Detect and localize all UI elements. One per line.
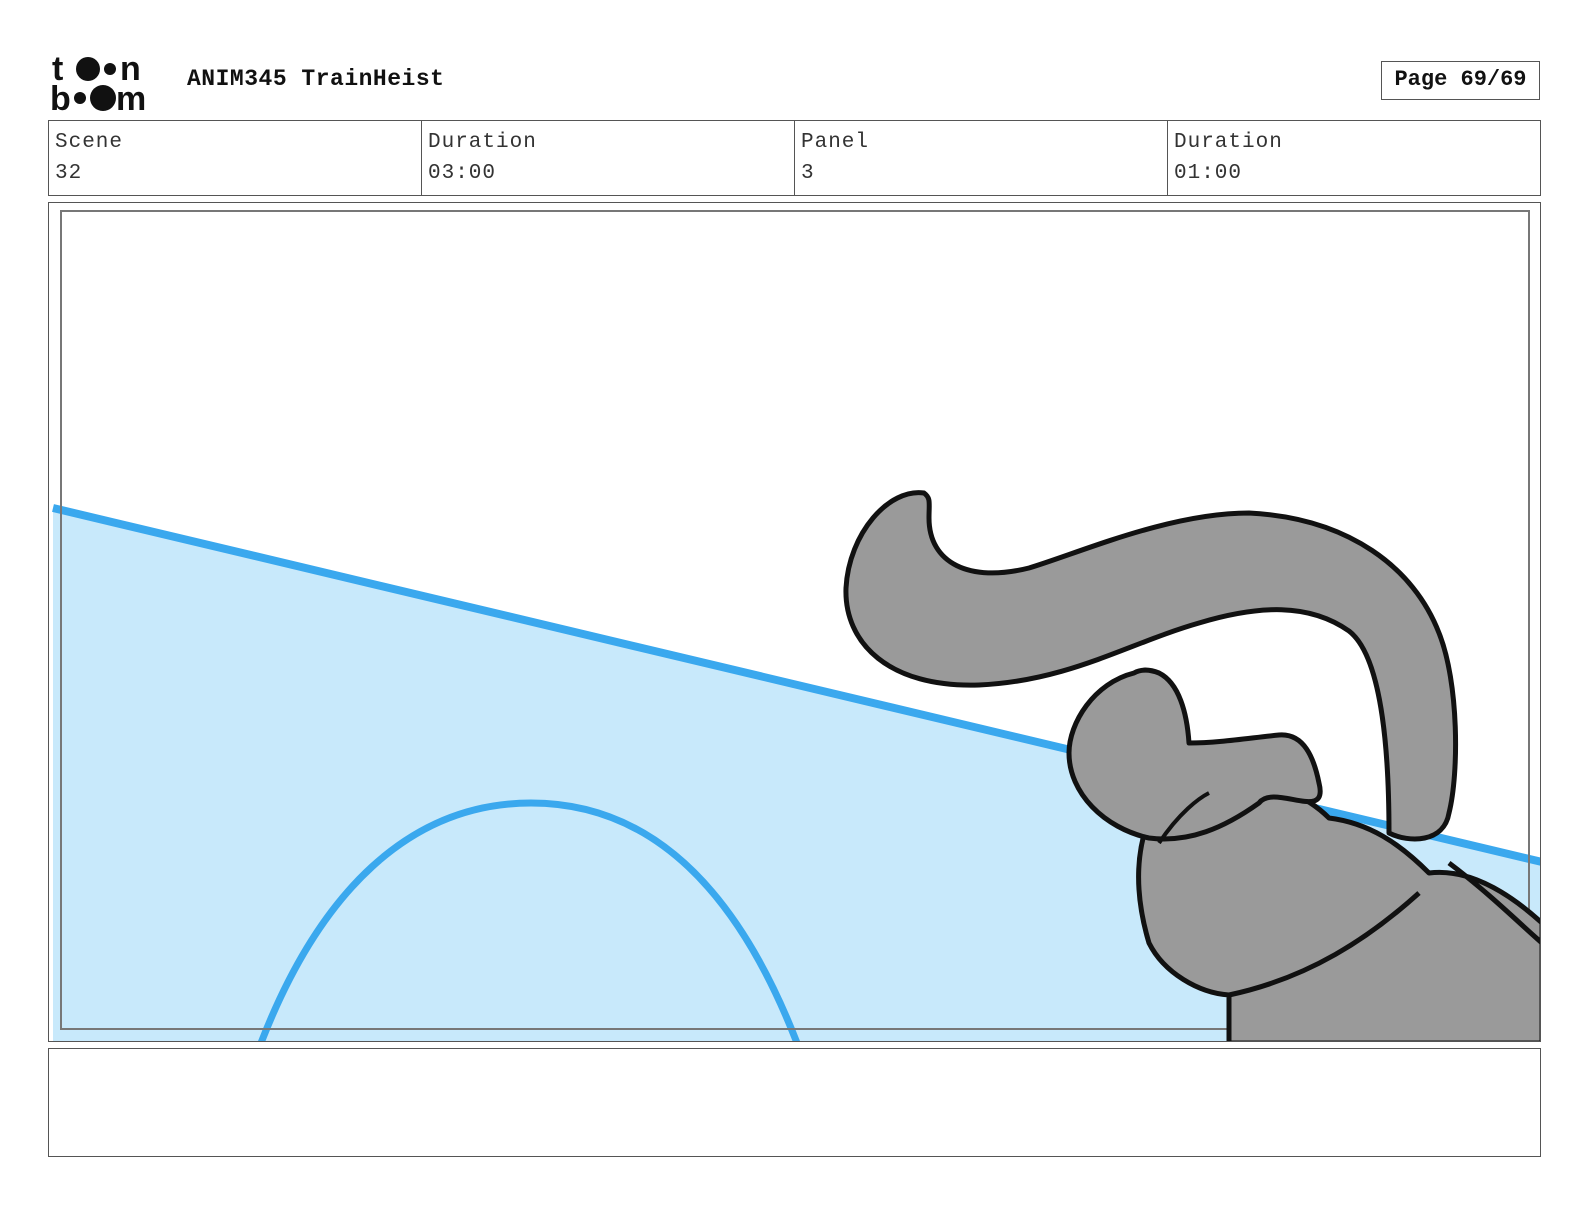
scene-label: Scene — [55, 131, 124, 154]
panel-notes-box — [48, 1048, 1541, 1157]
page-number: Page 69/69 — [1381, 61, 1540, 100]
panel-cell: Panel 3 — [795, 121, 1168, 195]
scene-duration-cell: Duration 03:00 — [422, 121, 795, 195]
scene-info-table: Scene 32 Duration 03:00 Panel 3 Duration… — [48, 120, 1541, 196]
svg-text:b: b — [50, 80, 71, 114]
panel-duration-label: Duration — [1174, 131, 1283, 154]
scene-duration-value: 03:00 — [428, 162, 497, 185]
panel-label: Panel — [801, 131, 870, 154]
project-title: ANIM345 TrainHeist — [187, 66, 445, 92]
toon-boom-logo: t n b m — [50, 50, 166, 118]
storyboard-panel — [48, 202, 1541, 1042]
scene-duration-label: Duration — [428, 131, 537, 154]
panel-drawing — [52, 210, 1540, 1041]
panel-duration-value: 01:00 — [1174, 162, 1243, 185]
svg-text:m: m — [116, 80, 146, 114]
panel-value: 3 — [801, 162, 815, 185]
panel-duration-cell: Duration 01:00 — [1168, 121, 1540, 195]
scene-value: 32 — [55, 162, 83, 185]
scene-cell: Scene 32 — [49, 121, 422, 195]
